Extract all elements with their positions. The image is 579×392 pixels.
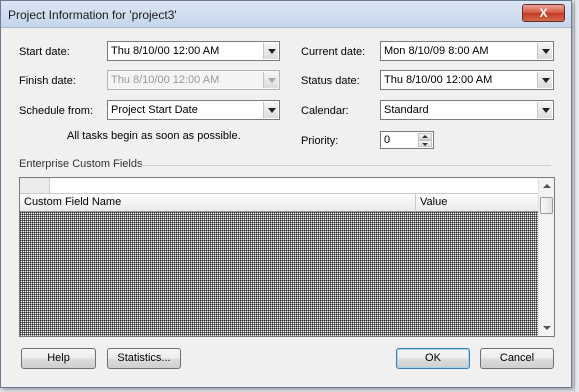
schedule-from-value: Project Start Date (111, 104, 198, 116)
status-date-value: Thu 8/10/00 12:00 AM (384, 74, 493, 86)
enterprise-fields-grid[interactable]: Custom Field Name Value (19, 177, 555, 337)
current-date-value: Mon 8/10/09 8:00 AM (384, 45, 489, 57)
schedule-from-dropdown[interactable]: Project Start Date (107, 100, 280, 120)
scroll-up-icon[interactable] (543, 184, 551, 188)
grid-edit-row[interactable] (50, 178, 539, 194)
statistics-button-label: Statistics... (117, 352, 171, 364)
ok-button-label: OK (425, 352, 441, 364)
scroll-down-icon[interactable] (543, 326, 551, 330)
grid-header: Custom Field Name Value (20, 194, 539, 212)
schedule-note: All tasks begin as soon as possible. (67, 130, 241, 142)
chevron-down-icon[interactable] (537, 102, 552, 118)
chevron-down-icon[interactable] (537, 72, 552, 88)
help-button-label: Help (47, 352, 70, 364)
chevron-down-icon[interactable] (263, 43, 278, 59)
finish-date-dropdown: Thu 8/10/00 12:00 AM (107, 70, 280, 90)
priority-label: Priority: (301, 135, 339, 147)
column-header-value[interactable]: Value (416, 194, 539, 212)
current-date-label: Current date: (301, 46, 366, 58)
start-date-dropdown[interactable]: Thu 8/10/00 12:00 AM (107, 41, 280, 61)
column-header-custom-field-name[interactable]: Custom Field Name (20, 194, 416, 212)
chevron-down-icon[interactable] (263, 102, 278, 118)
title-bar[interactable]: Project Information for 'project3' X (1, 1, 571, 28)
chevron-down-icon (263, 72, 278, 88)
calendar-value: Standard (384, 104, 429, 116)
cancel-button-label: Cancel (499, 352, 535, 364)
cancel-button[interactable]: Cancel (480, 348, 554, 369)
chevron-down-icon[interactable] (537, 43, 552, 59)
close-button[interactable]: X (522, 4, 565, 22)
priority-value: 0 (384, 134, 391, 146)
section-divider (141, 165, 551, 166)
schedule-from-label: Schedule from: (19, 105, 93, 117)
spin-up-icon[interactable] (418, 133, 432, 140)
scroll-thumb[interactable] (540, 197, 553, 214)
grid-empty-area (20, 212, 539, 336)
finish-date-value: Thu 8/10/00 12:00 AM (111, 74, 220, 86)
calendar-dropdown[interactable]: Standard (380, 100, 554, 120)
help-button[interactable]: Help (21, 348, 96, 369)
close-icon: X (539, 6, 548, 20)
ok-button[interactable]: OK (396, 348, 470, 369)
background-line (574, 0, 575, 392)
enterprise-section-title: Enterprise Custom Fields (19, 158, 143, 170)
vertical-scrollbar[interactable] (538, 178, 554, 336)
priority-spinner[interactable]: 0 (380, 131, 434, 149)
dialog-title: Project Information for 'project3' (8, 8, 177, 22)
start-date-label: Start date: (19, 46, 70, 58)
spin-down-icon[interactable] (418, 140, 432, 147)
calendar-label: Calendar: (301, 105, 349, 117)
finish-date-label: Finish date: (19, 75, 76, 87)
project-information-dialog: Project Information for 'project3' X Sta… (0, 0, 572, 388)
start-date-value: Thu 8/10/00 12:00 AM (111, 45, 220, 57)
current-date-dropdown[interactable]: Mon 8/10/09 8:00 AM (380, 41, 554, 61)
statistics-button[interactable]: Statistics... (107, 348, 181, 369)
status-date-dropdown[interactable]: Thu 8/10/00 12:00 AM (380, 70, 554, 90)
status-date-label: Status date: (301, 75, 360, 87)
grid-corner-cell[interactable] (20, 178, 50, 194)
